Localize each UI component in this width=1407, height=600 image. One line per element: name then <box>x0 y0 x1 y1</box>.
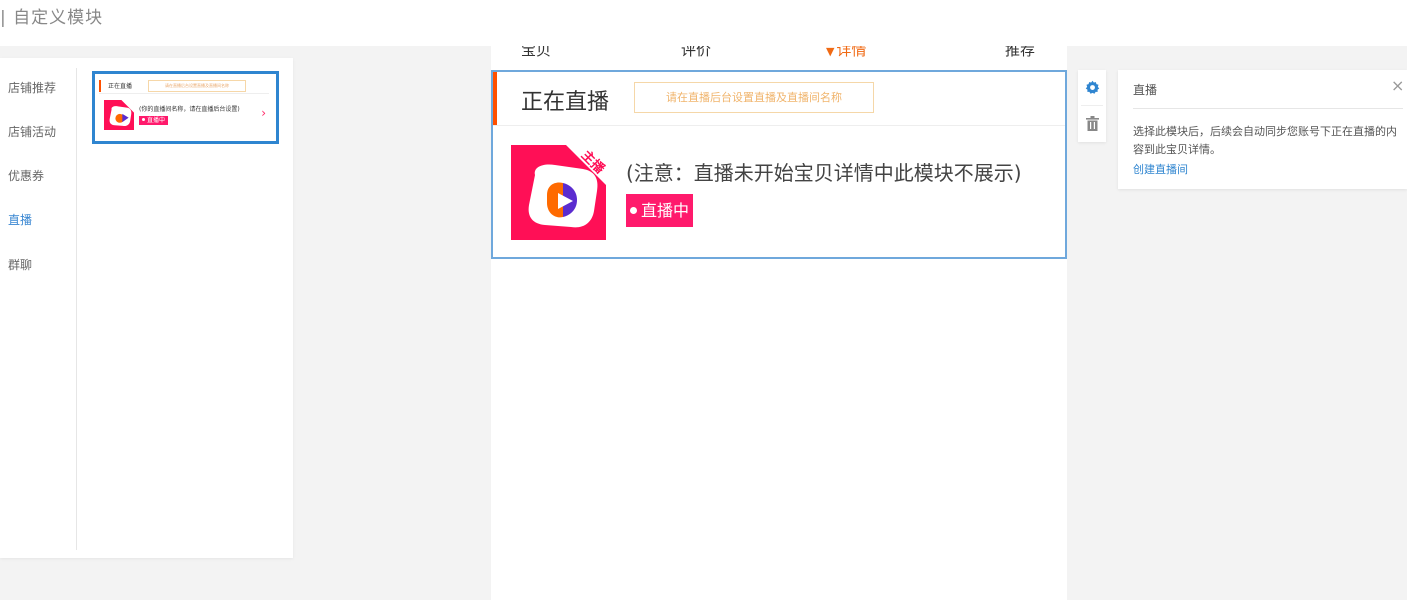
category-coupon[interactable]: 优惠券 <box>8 167 44 184</box>
module-tools <box>1078 70 1106 142</box>
category-shop-activity[interactable]: 店铺活动 <box>8 123 56 140</box>
settings-description: 选择此模块后，后续会自动同步您账号下正在直播的内容到此宝贝详情。 <box>1133 125 1397 156</box>
create-live-room-link[interactable]: 创建直播间 <box>1133 161 1188 177</box>
thumbnail-note: (你的直播间名称，请在直播后台设置) <box>139 106 240 113</box>
category-shop-recommend[interactable]: 店铺推荐 <box>8 79 56 96</box>
tab-detail[interactable]: ▼ 详情 <box>826 46 866 58</box>
triangle-down-icon: ▼ <box>826 46 835 58</box>
category-group-chat[interactable]: 群聊 <box>8 256 32 273</box>
thumbnail-accent-bar <box>99 80 101 92</box>
settings-divider <box>1133 108 1403 109</box>
detail-preview: 宝贝 评价 ▼ 详情 推荐 正在直播 请在直播后台设置直播及直播间名称 主播 (注… <box>491 46 1067 600</box>
live-module-title: 正在直播 <box>521 90 610 115</box>
tab-item[interactable]: 宝贝 <box>521 46 551 58</box>
thumbnail-live-badge: 直播中 <box>139 116 169 125</box>
live-logo-icon: 主播 <box>511 145 606 240</box>
live-module-header: 正在直播 请在直播后台设置直播及直播间名称 <box>493 72 1065 126</box>
top-bar: | 自定义模块 <box>0 0 1407 46</box>
settings-panel: 直播 × 选择此模块后，后续会自动同步您账号下正在直播的内容到此宝贝详情。 创建… <box>1118 70 1407 189</box>
close-icon[interactable]: × <box>1391 78 1404 94</box>
live-module[interactable]: 正在直播 请在直播后台设置直播及直播间名称 主播 (注意：直播未开始宝贝详情中此… <box>491 70 1067 259</box>
category-live[interactable]: 直播 <box>8 211 32 228</box>
page-title: | 自定义模块 <box>0 8 104 28</box>
thumbnail-title: 正在直播 <box>108 83 133 90</box>
live-name-field: 请在直播后台设置直播及直播间名称 <box>634 82 874 113</box>
live-module-note: (注意：直播未开始宝贝详情中此模块不展示) <box>626 161 1022 185</box>
trash-icon[interactable] <box>1078 106 1106 140</box>
preview-tabs: 宝贝 评价 ▼ 详情 推荐 <box>491 46 1067 58</box>
tab-review[interactable]: 评价 <box>681 46 711 58</box>
module-picker-panel: 店铺推荐 店铺活动 优惠券 直播 群聊 正在直播 请在直播后台设置直播及直播间名… <box>0 58 293 558</box>
gear-icon[interactable] <box>1078 70 1106 104</box>
live-status-badge: 直播中 <box>626 194 694 227</box>
chevron-right-icon: › <box>261 106 266 120</box>
live-module-thumbnail[interactable]: 正在直播 请在直播后台设置直播及直播间名称 (你的直播间名称，请在直播后台设置)… <box>92 71 279 144</box>
live-logo-icon <box>104 100 134 130</box>
tab-recommend[interactable]: 推荐 <box>1005 46 1035 58</box>
settings-title: 直播 <box>1133 83 1158 97</box>
thumbnail-input: 请在直播后台设置直播及直播间名称 <box>148 80 246 92</box>
thumbnail-header: 正在直播 请在直播后台设置直播及直播间名称 <box>99 78 269 94</box>
panel-divider <box>76 68 77 550</box>
header-accent-bar <box>493 72 497 125</box>
